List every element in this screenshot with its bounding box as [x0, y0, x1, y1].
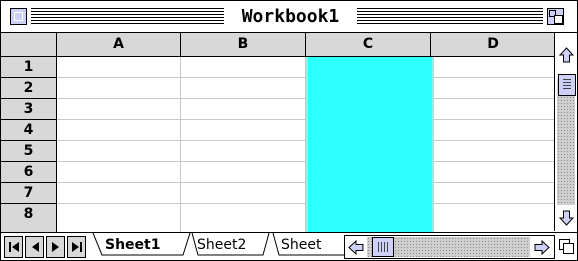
cell-d4[interactable]	[431, 120, 554, 141]
row-header-5[interactable]: 5	[1, 141, 57, 162]
first-sheet-button[interactable]	[4, 236, 23, 258]
first-sheet-icon	[8, 242, 19, 252]
cell-b3[interactable]	[181, 99, 306, 120]
close-box-icon[interactable]	[10, 8, 27, 25]
cell-a3[interactable]	[57, 99, 181, 120]
last-sheet-button[interactable]	[67, 236, 86, 258]
cell-b4[interactable]	[181, 120, 306, 141]
cell-d5[interactable]	[431, 141, 554, 162]
window-title: Workbook1	[224, 4, 357, 29]
cell-a4[interactable]	[57, 120, 181, 141]
cell-b8[interactable]	[181, 204, 306, 232]
sheet-tab-bar: Sheet1 Sheet2 Sheet	[1, 232, 577, 260]
previous-sheet-button[interactable]	[25, 236, 44, 258]
vertical-scroll-track[interactable]	[557, 78, 575, 205]
next-sheet-icon	[51, 242, 59, 252]
vertical-scrollbar[interactable]	[554, 33, 577, 231]
cell-d2[interactable]	[431, 78, 554, 99]
vertical-scroll-thumb[interactable]	[558, 74, 576, 96]
title-bar-stripes-left	[31, 8, 224, 25]
zoom-box-icon[interactable]	[547, 8, 564, 25]
horizontal-scroll-thumb[interactable]	[372, 237, 394, 257]
cell-a7[interactable]	[57, 183, 181, 204]
cell-a5[interactable]	[57, 141, 181, 162]
column-header-c[interactable]: C	[306, 33, 431, 57]
next-sheet-button[interactable]	[46, 236, 65, 258]
last-sheet-icon	[71, 242, 82, 252]
cell-b2[interactable]	[181, 78, 306, 99]
cell-a6[interactable]	[57, 162, 181, 183]
selected-column-c	[306, 57, 434, 232]
sheet-tab-sheet3[interactable]: Sheet	[281, 233, 343, 257]
row-header-1[interactable]: 1	[1, 57, 57, 78]
scroll-right-arrow-icon[interactable]	[532, 237, 552, 257]
column-header-b[interactable]: B	[181, 33, 306, 57]
cell-a8[interactable]	[57, 204, 181, 232]
title-bar-stripes-right	[357, 8, 543, 25]
cell-d3[interactable]	[431, 99, 554, 120]
workbook-window: Workbook1 A B C D 1 2 3 4 5 6 7 8 Sheet1…	[0, 0, 578, 261]
cell-b1[interactable]	[181, 57, 306, 78]
cell-b7[interactable]	[181, 183, 306, 204]
scroll-up-arrow-icon[interactable]	[557, 44, 576, 66]
row-header-6[interactable]: 6	[1, 162, 57, 183]
cell-d1[interactable]	[431, 57, 554, 78]
row-header-2[interactable]: 2	[1, 78, 57, 99]
cell-b5[interactable]	[181, 141, 306, 162]
sheet-tab-sheet2[interactable]: Sheet2	[197, 233, 265, 257]
sheet-tab-sheet1[interactable]: Sheet1	[105, 233, 185, 257]
select-all-corner[interactable]	[1, 33, 57, 57]
cell-a2[interactable]	[57, 78, 181, 99]
cell-d7[interactable]	[431, 183, 554, 204]
cell-a1[interactable]	[57, 57, 181, 78]
title-bar[interactable]: Workbook1	[1, 1, 577, 33]
row-header-3[interactable]: 3	[1, 99, 57, 120]
previous-sheet-icon	[31, 242, 39, 252]
column-header-d[interactable]: D	[431, 33, 554, 57]
row-header-7[interactable]: 7	[1, 183, 57, 204]
horizontal-scrollbar[interactable]	[344, 235, 555, 259]
row-header-4[interactable]: 4	[1, 120, 57, 141]
cell-d6[interactable]	[431, 162, 554, 183]
row-header-8[interactable]: 8	[1, 204, 57, 232]
scroll-down-arrow-icon[interactable]	[557, 207, 576, 229]
cell-d8[interactable]	[431, 204, 554, 232]
cell-b6[interactable]	[181, 162, 306, 183]
scroll-left-arrow-icon[interactable]	[346, 237, 366, 257]
column-header-a[interactable]: A	[57, 33, 181, 57]
spreadsheet-grid[interactable]: A B C D 1 2 3 4 5 6 7 8	[1, 33, 554, 232]
size-box-icon[interactable]	[556, 236, 575, 257]
